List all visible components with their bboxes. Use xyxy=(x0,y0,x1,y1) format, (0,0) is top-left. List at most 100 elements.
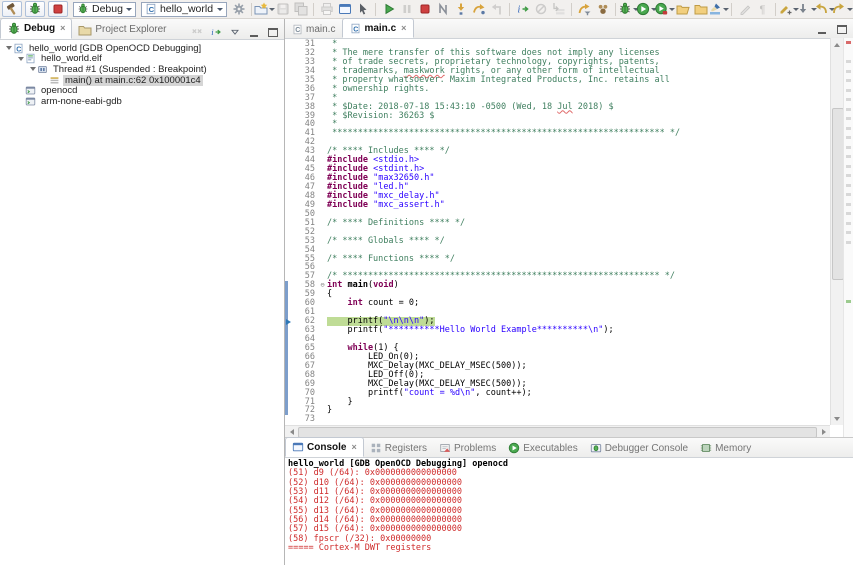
spelling-marker[interactable] xyxy=(846,212,851,215)
spelling-marker[interactable] xyxy=(846,108,851,111)
gutter-annotation[interactable] xyxy=(285,85,293,94)
gutter-annotation[interactable] xyxy=(285,344,293,353)
spelling-marker[interactable] xyxy=(846,231,851,234)
spelling-marker[interactable] xyxy=(846,70,851,73)
spelling-marker[interactable] xyxy=(846,146,851,149)
gutter-annotation[interactable] xyxy=(285,308,293,317)
gutter-annotation[interactable] xyxy=(285,120,293,129)
occurrence-marker[interactable] xyxy=(846,300,851,303)
scroll-left-icon[interactable] xyxy=(285,426,297,437)
mark-text-button[interactable] xyxy=(736,1,753,17)
launch-target-chevron-icon[interactable] xyxy=(217,8,223,14)
gutter-annotation[interactable] xyxy=(285,183,293,192)
gutter-annotation[interactable] xyxy=(285,201,293,210)
code-line[interactable]: 36 * ownership rights. xyxy=(285,85,830,94)
editor-tab-main-c[interactable]: Cmain.c× xyxy=(342,18,414,38)
gutter-annotation[interactable] xyxy=(285,415,293,424)
gutter-annotation[interactable] xyxy=(285,371,293,380)
gutter-annotation[interactable] xyxy=(285,317,293,326)
console-tab-executables[interactable]: Executables xyxy=(502,439,583,457)
gutter-annotation[interactable] xyxy=(285,380,293,389)
editor-vertical-scrollbar[interactable] xyxy=(830,38,843,425)
spelling-marker[interactable] xyxy=(846,60,851,63)
gutter-annotation[interactable] xyxy=(285,326,293,335)
gutter-annotation[interactable] xyxy=(285,255,293,264)
gutter-annotation[interactable] xyxy=(285,398,293,407)
code-line[interactable]: 55/* **** Functions **** */ xyxy=(285,255,830,264)
spelling-marker[interactable] xyxy=(846,89,851,92)
last-edit-location-button[interactable] xyxy=(780,1,797,17)
build-button[interactable] xyxy=(2,1,22,17)
show-whitespace-button[interactable]: ¶ xyxy=(754,1,771,17)
editor-horizontal-scrollbar[interactable] xyxy=(285,425,830,437)
code-line[interactable]: 71 } xyxy=(285,398,830,407)
tree-expander-icon[interactable] xyxy=(28,64,37,74)
select-element-button[interactable] xyxy=(354,1,371,17)
overview-ruler[interactable] xyxy=(843,38,853,437)
scroll-down-icon[interactable] xyxy=(831,413,843,425)
next-annotation-button[interactable] xyxy=(798,1,815,17)
gutter-annotation[interactable] xyxy=(285,147,293,156)
spelling-marker[interactable] xyxy=(846,127,851,130)
tree-item[interactable]: hello_world.elf xyxy=(0,54,284,65)
disconnect-button[interactable] xyxy=(434,1,451,17)
spelling-marker[interactable] xyxy=(846,117,851,120)
close-icon[interactable]: × xyxy=(351,443,356,452)
code-line[interactable]: 73 xyxy=(285,415,830,424)
gutter-annotation[interactable] xyxy=(285,263,293,272)
minimize-editor-button[interactable] xyxy=(815,22,829,36)
view-tab-debug[interactable]: Debug× xyxy=(0,18,72,39)
back-button[interactable] xyxy=(816,1,833,17)
spelling-marker[interactable] xyxy=(846,174,851,177)
gutter-annotation[interactable] xyxy=(285,335,293,344)
gutter-annotation[interactable] xyxy=(285,138,293,147)
gutter-annotation[interactable] xyxy=(285,406,293,415)
code-line[interactable]: 51/* **** Definitions **** */ xyxy=(285,219,830,228)
gutter-annotation[interactable] xyxy=(285,40,293,49)
gutter-annotation[interactable] xyxy=(285,49,293,58)
code-line[interactable]: 70 printf("count = %d\n", count++); xyxy=(285,389,830,398)
code-line[interactable]: 72} xyxy=(285,406,830,415)
gutter-annotation[interactable] xyxy=(285,281,293,290)
error-marker[interactable] xyxy=(846,41,851,44)
launch-target-combo[interactable]: Chello_world xyxy=(141,2,227,17)
gutter-annotation[interactable] xyxy=(285,165,293,174)
run-history-button[interactable] xyxy=(638,1,655,17)
profile-history-button[interactable] xyxy=(656,1,673,17)
gutter-annotation[interactable] xyxy=(285,246,293,255)
code-line[interactable]: 63 printf("**********Hello World Example… xyxy=(285,326,830,335)
launch-mode-combo[interactable]: Debug xyxy=(73,2,136,17)
target-settings-button[interactable] xyxy=(230,1,247,17)
tree-item[interactable]: Chello_world [GDB OpenOCD Debugging] xyxy=(0,43,284,54)
gutter-annotation[interactable] xyxy=(285,299,293,308)
gutter-annotation[interactable] xyxy=(285,103,293,112)
debug-history-button[interactable] xyxy=(620,1,637,17)
gutter-annotation[interactable] xyxy=(285,156,293,165)
minimize-button[interactable] xyxy=(247,25,261,39)
gutter-annotation[interactable] xyxy=(285,353,293,362)
tree-item[interactable]: openocd xyxy=(0,85,284,96)
spelling-marker[interactable] xyxy=(846,193,851,196)
save-all-button[interactable] xyxy=(292,1,309,17)
new-wizard-button[interactable] xyxy=(256,1,273,17)
open-folder-button[interactable] xyxy=(692,1,709,17)
console-body[interactable]: hello_world [GDB OpenOCD Debugging] open… xyxy=(285,458,853,553)
spelling-marker[interactable] xyxy=(846,241,851,244)
resume-button[interactable] xyxy=(380,1,397,17)
gutter-annotation[interactable] xyxy=(285,219,293,228)
maximize-button[interactable] xyxy=(266,25,280,39)
console-tab-memory[interactable]: Memory xyxy=(694,439,757,457)
console-tab-registers[interactable]: Registers xyxy=(364,439,433,457)
gutter-annotation[interactable] xyxy=(285,58,293,67)
highlight-dropdown-icon[interactable] xyxy=(723,8,729,14)
gutter-annotation[interactable] xyxy=(285,94,293,103)
terminate-launch-button[interactable] xyxy=(48,1,68,17)
tree-expander-icon[interactable] xyxy=(4,43,13,53)
launch-mode-chevron-icon[interactable] xyxy=(126,8,132,14)
code-line[interactable]: 60 int count = 0; xyxy=(285,299,830,308)
gutter-annotation[interactable] xyxy=(285,210,293,219)
gutter-annotation[interactable] xyxy=(285,112,293,121)
code-line[interactable]: 58⊖int main(void) xyxy=(285,281,830,290)
tree-item[interactable]: main() at main.c:62 0x100001c4 xyxy=(0,75,284,86)
gutter-annotation[interactable] xyxy=(285,129,293,138)
